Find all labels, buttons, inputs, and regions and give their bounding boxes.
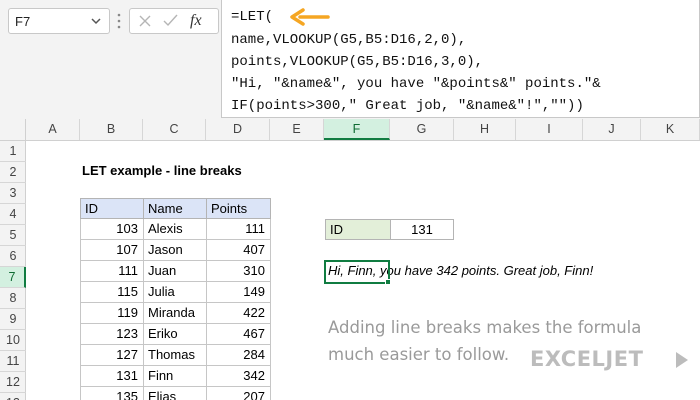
table-cell-id[interactable]: 119 xyxy=(80,303,144,324)
name-box[interactable]: F7 xyxy=(8,8,110,34)
exceljet-logo: EXCELJET xyxy=(530,347,644,371)
row-header-column: 1 2 3 4 5 6 7 8 9 10 11 12 13 xyxy=(0,141,26,400)
table-cell-id[interactable]: 103 xyxy=(80,219,144,240)
row-header[interactable]: 8 xyxy=(0,288,26,309)
table-cell-points[interactable]: 407 xyxy=(206,240,271,261)
formula-line: "Hi, "&name&", you have "&points&" point… xyxy=(231,76,601,92)
row-header[interactable]: 9 xyxy=(0,309,26,330)
table-cell-id[interactable]: 135 xyxy=(80,387,144,400)
table-cell-name[interactable]: Eriko xyxy=(143,324,207,345)
table-cell-points[interactable]: 207 xyxy=(206,387,271,400)
table-cell-id[interactable]: 115 xyxy=(80,282,144,303)
table-cell-points[interactable]: 310 xyxy=(206,261,271,282)
row-header[interactable]: 1 xyxy=(0,141,26,162)
logo-mark-icon xyxy=(676,352,688,368)
formula-line: points,VLOOKUP(G5,B5:D16,3,0), xyxy=(231,54,484,70)
column-header[interactable]: D xyxy=(206,119,270,140)
formula-line: =LET( xyxy=(231,9,274,25)
lookup-id-input[interactable]: 131 xyxy=(390,219,454,240)
check-icon[interactable] xyxy=(162,13,179,28)
column-header[interactable]: K xyxy=(641,119,700,140)
table-header-id[interactable]: ID xyxy=(80,198,144,219)
row-header[interactable]: 6 xyxy=(0,246,26,267)
row-header[interactable]: 5 xyxy=(0,225,26,246)
row-header[interactable]: 12 xyxy=(0,372,26,393)
table-cell-name[interactable]: Thomas xyxy=(143,345,207,366)
table-cell-id[interactable]: 107 xyxy=(80,240,144,261)
row-header-active[interactable]: 7 xyxy=(0,267,26,288)
column-header[interactable]: G xyxy=(390,119,454,140)
table-cell-id[interactable]: 123 xyxy=(80,324,144,345)
select-all-corner[interactable] xyxy=(0,119,26,140)
table-cell-points[interactable]: 284 xyxy=(206,345,271,366)
table-cell-points[interactable]: 149 xyxy=(206,282,271,303)
column-header[interactable]: C xyxy=(143,119,206,140)
table-cell-name[interactable]: Jason xyxy=(143,240,207,261)
row-header[interactable]: 13 xyxy=(0,393,26,400)
table-cell-name[interactable]: Miranda xyxy=(143,303,207,324)
formula-line: IF(points>300," Great job, "&name&"!",""… xyxy=(231,98,584,114)
lookup-id-label[interactable]: ID xyxy=(325,219,391,240)
row-header[interactable]: 3 xyxy=(0,183,26,204)
column-header[interactable]: J xyxy=(583,119,641,140)
table-cell-id[interactable]: 127 xyxy=(80,345,144,366)
table-header-points[interactable]: Points xyxy=(206,198,271,219)
name-box-value: F7 xyxy=(15,14,31,29)
table-cell-id[interactable]: 111 xyxy=(80,261,144,282)
insert-function-button[interactable]: fx xyxy=(190,12,202,30)
formula-bar-area: F7 fx =LET( name,VLOOKUP(G5,B5:D16,2,0),… xyxy=(0,0,700,119)
formula-controls: fx xyxy=(129,8,219,34)
column-header[interactable]: B xyxy=(80,119,143,140)
arrow-left-icon xyxy=(290,8,330,26)
column-header-active[interactable]: F xyxy=(324,119,390,140)
row-header[interactable]: 11 xyxy=(0,351,26,372)
table-cell-points[interactable]: 422 xyxy=(206,303,271,324)
column-header[interactable]: A xyxy=(26,119,80,140)
table-cell-points[interactable]: 111 xyxy=(206,219,271,240)
column-header[interactable]: I xyxy=(516,119,583,140)
row-header[interactable]: 4 xyxy=(0,204,26,225)
table-cell-points[interactable]: 467 xyxy=(206,324,271,345)
sheet-title[interactable]: LET example - line breaks xyxy=(82,163,242,178)
row-header[interactable]: 2 xyxy=(0,162,26,183)
formula-line: name,VLOOKUP(G5,B5:D16,2,0), xyxy=(231,32,467,48)
column-header-row: A B C D E F G H I J K xyxy=(0,119,700,141)
row-header[interactable]: 10 xyxy=(0,330,26,351)
table-cell-points[interactable]: 342 xyxy=(206,366,271,387)
table-cell-name[interactable]: Alexis xyxy=(143,219,207,240)
table-cell-name[interactable]: Juan xyxy=(143,261,207,282)
column-header[interactable]: H xyxy=(454,119,516,140)
active-cell-selection[interactable] xyxy=(324,260,390,284)
table-header-name[interactable]: Name xyxy=(143,198,207,219)
table-cell-name[interactable]: Elias xyxy=(143,387,207,400)
fill-handle[interactable] xyxy=(385,279,391,285)
column-header[interactable]: E xyxy=(270,119,324,140)
table-cell-name[interactable]: Julia xyxy=(143,282,207,303)
note-line: Adding line breaks makes the formula xyxy=(328,318,642,337)
table-cell-id[interactable]: 131 xyxy=(80,366,144,387)
cancel-icon[interactable] xyxy=(138,14,152,28)
chevron-down-icon[interactable] xyxy=(89,13,103,29)
table-cell-name[interactable]: Finn xyxy=(143,366,207,387)
vertical-dots-icon xyxy=(117,13,121,29)
